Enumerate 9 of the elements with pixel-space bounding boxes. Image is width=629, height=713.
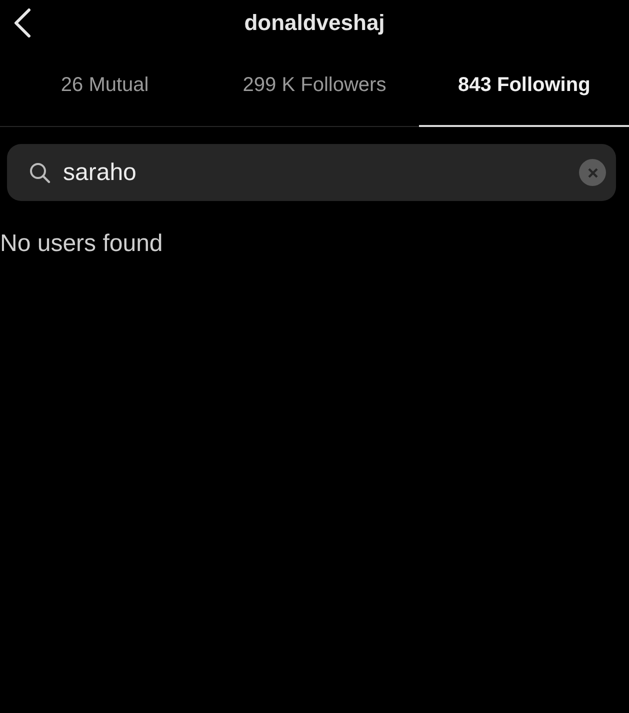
search-icon: [29, 162, 51, 184]
tab[interactable]: 843 Following: [419, 46, 629, 127]
tab[interactable]: 299 K Followers: [210, 46, 420, 127]
close-icon: [586, 166, 598, 178]
search-input[interactable]: saraho: [63, 158, 567, 186]
search-field[interactable]: saraho: [7, 144, 616, 201]
empty-message: No users found: [0, 230, 163, 257]
tab[interactable]: 26 Mutual: [0, 46, 210, 127]
username-title: donaldveshaj: [244, 10, 385, 36]
